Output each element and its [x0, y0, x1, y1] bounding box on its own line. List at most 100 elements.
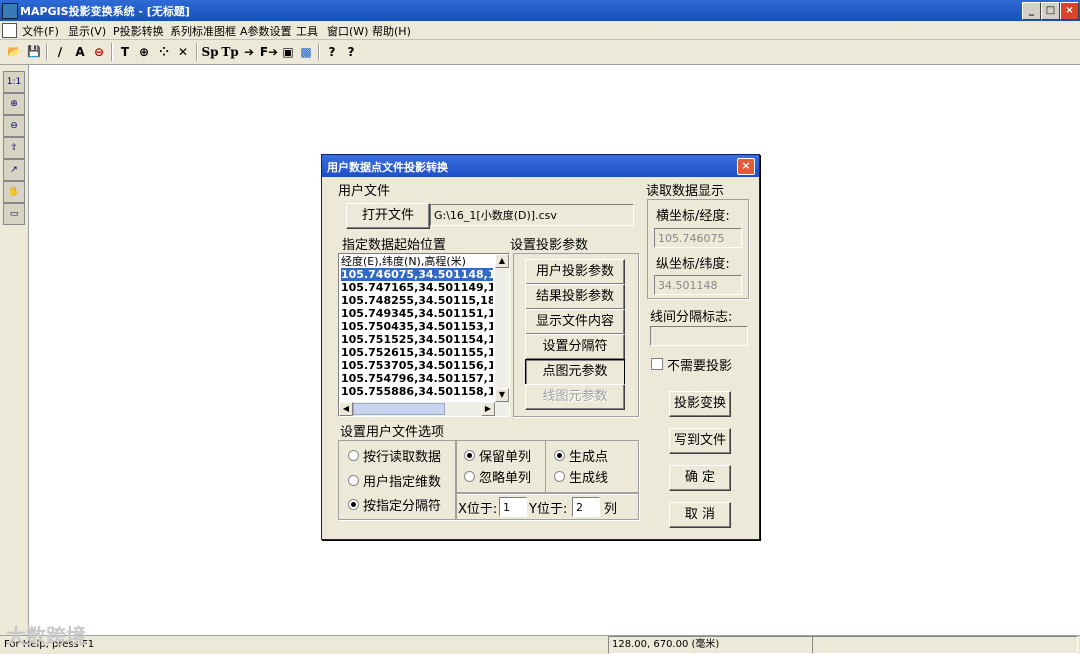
list-vertical-scrollbar[interactable]: ▲ ▼ [495, 254, 509, 402]
text-a-icon[interactable]: A [72, 43, 88, 61]
column-divider [545, 440, 546, 492]
zoom-1to1-icon[interactable]: 1:1 [3, 71, 25, 93]
zoom-in-icon[interactable]: ⊕ [3, 93, 25, 115]
erase-icon[interactable]: ⊖ [91, 43, 107, 61]
user-file-label: 用户文件 [338, 184, 391, 199]
show-file-content-button[interactable]: 显示文件内容 [525, 309, 625, 335]
pan-arrow-icon[interactable]: ↗ [3, 159, 25, 181]
screen-icon[interactable]: ▣ [280, 43, 296, 61]
set-separator-button[interactable]: 设置分隔符 [525, 334, 625, 360]
f-arrow-icon[interactable]: F➔ [259, 43, 279, 61]
y-position-label: Y位于: [529, 502, 568, 517]
scroll-down-icon[interactable]: ▼ [495, 388, 509, 402]
restore-button[interactable]: □ [1041, 2, 1060, 20]
write-to-file-button[interactable]: 写到文件 [669, 428, 731, 454]
list-item[interactable]: 105.750435,34.501153,1816 [341, 320, 493, 333]
menu-frames[interactable]: 系列标准图框 [170, 23, 236, 39]
data-listbox[interactable]: 经度(E),纬度(N),高程(米) 105.746075,34.501148, 1… [338, 253, 510, 417]
keep-single-column-radio[interactable] [464, 450, 475, 461]
ok-button[interactable]: 确 定 [669, 465, 731, 491]
help-icon[interactable]: ? [324, 43, 340, 61]
by-separator-radio[interactable] [348, 499, 359, 510]
context-help-icon[interactable]: ? [343, 43, 359, 61]
zoom-out-icon[interactable]: ⊖ [3, 115, 25, 137]
save-icon[interactable]: 💾 [26, 43, 42, 61]
list-item-selected[interactable]: 105.746075,34.501148,1776 [341, 268, 493, 281]
crosshair-icon[interactable]: ⊕ [136, 43, 152, 61]
line-element-params-button[interactable]: 线图元参数 [525, 384, 625, 410]
sp-icon[interactable]: Sp [201, 43, 219, 61]
generate-lines-radio[interactable] [554, 471, 565, 482]
generate-points-label: 生成点 [569, 450, 609, 465]
list-item[interactable]: 105.755886,34.501158,1884 [341, 385, 493, 398]
arrow-right-icon[interactable]: ➔ [241, 43, 257, 61]
tp-icon[interactable]: Tp [221, 43, 239, 61]
menu-view[interactable]: 显示(V) [68, 23, 106, 39]
read-by-row-radio[interactable] [348, 450, 359, 461]
menu-tools[interactable]: 工具 [296, 23, 318, 39]
list-item[interactable]: 105.751525,34.501154,1833 [341, 333, 493, 346]
read-by-row-label: 按行读取数据 [363, 450, 442, 465]
result-projection-params-button[interactable]: 结果投影参数 [525, 284, 625, 310]
file-path-field[interactable]: G:\16_1[小数度(D)].csv [430, 204, 634, 226]
dialog-close-icon[interactable]: × [737, 158, 755, 175]
menu-file[interactable]: 文件(F) [22, 23, 59, 39]
menu-help[interactable]: 帮助(H) [372, 23, 411, 39]
points-icon[interactable]: ⁘ [156, 43, 172, 61]
list-item[interactable]: 105.752615,34.501155,1847 [341, 346, 493, 359]
toolbar: 📂 💾 ∕ A ⊖ T ⊕ ⁘ ✕ Sp Tp ➔ F➔ ▣ ▩ ? ? [0, 40, 1080, 65]
x-coordinate-label: 横坐标/经度: [656, 209, 730, 224]
keep-single-column-label: 保留单列 [479, 450, 532, 465]
user-projection-params-button[interactable]: 用户投影参数 [525, 259, 625, 285]
y-position-input[interactable]: 2 [572, 497, 600, 517]
projection-transform-button[interactable]: 投影变换 [669, 391, 731, 417]
line-separator-field[interactable] [650, 326, 748, 346]
eraser-icon[interactable]: ▭ [3, 203, 25, 225]
y-coordinate-label: 纵坐标/纬度: [656, 257, 730, 272]
no-projection-checkbox[interactable] [651, 358, 663, 370]
generate-points-radio[interactable] [554, 450, 565, 461]
open-folder-icon[interactable]: 📂 [6, 43, 22, 61]
projection-dialog: 用户数据点文件投影转换 × 用户文件 打开文件 G:\16_1[小数度(D)].… [321, 154, 760, 540]
generate-lines-label: 生成线 [569, 471, 609, 486]
text-t-icon[interactable]: T [117, 43, 133, 61]
open-file-button[interactable]: 打开文件 [346, 203, 430, 229]
cross-icon[interactable]: ✕ [175, 43, 191, 61]
document-icon[interactable] [2, 23, 17, 38]
list-item[interactable]: 105.754796,34.501157,1864 [341, 372, 493, 385]
menu-bar: 文件(F) 显示(V) P投影转换 系列标准图框 A参数设置 工具 窗口(W) … [0, 21, 1080, 40]
polyline-icon[interactable]: ∕ [52, 43, 68, 61]
y-coordinate-field: 34.501148 [654, 275, 742, 295]
left-toolbar: 1:1 ⊕ ⊖ ⇧ ↗ 🖐 ▭ [0, 65, 29, 635]
grid-icon[interactable]: ▩ [298, 43, 314, 61]
scroll-left-icon[interactable]: ◀ [339, 402, 353, 416]
user-dimension-radio[interactable] [348, 475, 359, 486]
scroll-thumb[interactable] [353, 403, 445, 415]
ignore-single-column-radio[interactable] [464, 471, 475, 482]
menu-params[interactable]: A参数设置 [240, 23, 292, 39]
projection-params-label: 设置投影参数 [510, 238, 589, 253]
toolbar-divider [318, 43, 320, 61]
list-item[interactable]: 105.749345,34.501151,1808 [341, 307, 493, 320]
list-item[interactable]: 105.753705,34.501156,1853 [341, 359, 493, 372]
minimize-button[interactable]: _ [1022, 2, 1041, 20]
point-element-params-button[interactable]: 点图元参数 [525, 359, 625, 385]
list-item[interactable]: 105.747165,34.501149,1796 [341, 281, 493, 294]
dialog-title: 用户数据点文件投影转换 [327, 161, 448, 174]
cancel-button[interactable]: 取 消 [669, 502, 731, 528]
home-view-icon[interactable]: ⇧ [3, 137, 25, 159]
list-horizontal-scrollbar[interactable]: ◀ ▶ [339, 402, 509, 416]
scroll-up-icon[interactable]: ▲ [495, 254, 509, 268]
close-button[interactable]: × [1060, 2, 1079, 20]
toolbar-divider [111, 43, 113, 61]
list-item[interactable]: 105.748255,34.50115,1804. [341, 294, 493, 307]
toolbar-divider [196, 43, 198, 61]
scroll-right-icon[interactable]: ▶ [481, 402, 495, 416]
line-separator-label: 线间分隔标志: [650, 310, 733, 325]
x-coordinate-field: 105.746075 [654, 228, 742, 248]
list-item[interactable]: 经度(E),纬度(N),高程(米) [341, 255, 493, 268]
hand-icon[interactable]: 🖐 [3, 181, 25, 203]
x-position-input[interactable]: 1 [499, 497, 527, 517]
menu-window[interactable]: 窗口(W) [327, 23, 368, 39]
menu-projection[interactable]: P投影转换 [113, 23, 164, 39]
